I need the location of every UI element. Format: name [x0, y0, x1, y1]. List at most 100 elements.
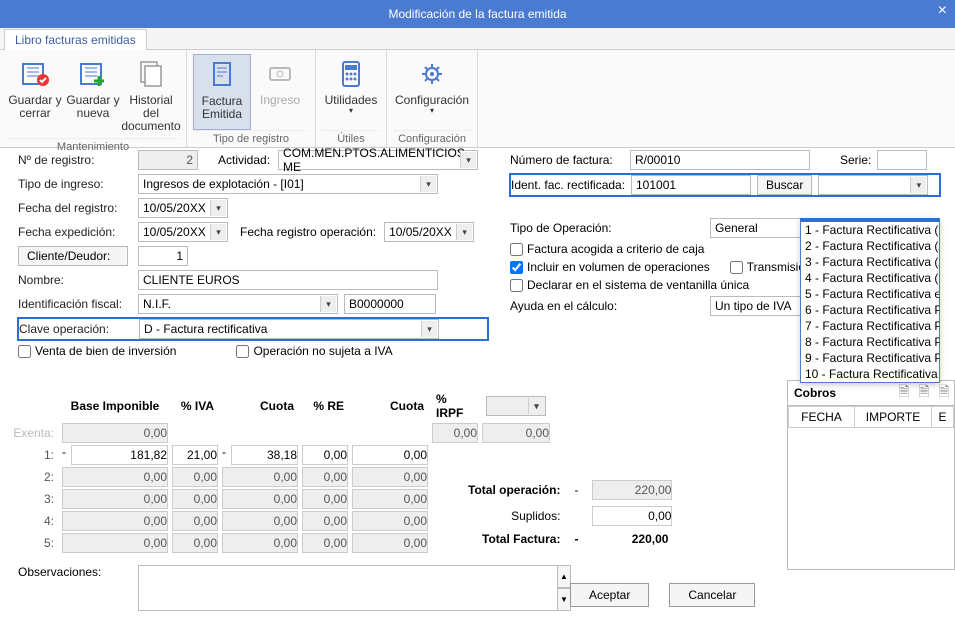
- actividad-label: Actividad:: [218, 153, 270, 167]
- spin-up-icon[interactable]: ▲: [557, 565, 571, 588]
- tab-libro-facturas[interactable]: Libro facturas emitidas: [4, 29, 147, 50]
- r1-iva[interactable]: [172, 445, 218, 465]
- num-factura-label: Número de factura:: [510, 153, 630, 167]
- dropdown-option[interactable]: 8 - Factura Rectificativa P: [801, 334, 939, 350]
- observaciones-label: Observaciones:: [18, 565, 138, 611]
- window-title: Modificación de la factura emitida: [388, 7, 566, 21]
- incluir-volumen-checkbox[interactable]: Incluir en volumen de operaciones: [510, 260, 710, 274]
- dropdown-option[interactable]: 10 - Factura Rectificativa: [801, 366, 939, 382]
- close-icon[interactable]: ×: [938, 2, 947, 20]
- col-re: % RE: [300, 390, 350, 422]
- col-e: E: [932, 407, 954, 428]
- utilidades-button[interactable]: Utilidades ▾: [322, 54, 380, 130]
- declarar-ventanilla-checkbox[interactable]: Declarar en el sistema de ventanilla úni…: [510, 278, 749, 292]
- ribbon-tabstrip: Libro facturas emitidas: [0, 28, 955, 50]
- dropdown-option[interactable]: 5 - Factura Rectificativa e: [801, 286, 939, 302]
- chevron-down-icon: ▾: [910, 177, 926, 193]
- n-registro-field: [138, 150, 198, 170]
- fecha-reg-op-field[interactable]: 10/05/20XX▾: [384, 222, 474, 242]
- titlebar: Modificación de la factura emitida ×: [0, 0, 955, 28]
- dropdown-option[interactable]: 1 - Factura Rectificativa (E: [801, 222, 939, 238]
- tipo-ingreso-select[interactable]: Ingresos de explotación - [I01]▾: [138, 174, 438, 194]
- dropdown-option[interactable]: 4 - Factura Rectificativa (F: [801, 270, 939, 286]
- tipo-op-label: Tipo de Operación:: [510, 221, 710, 235]
- ident-fiscal-tipo-select[interactable]: N.I.F.▾: [138, 294, 338, 314]
- dropdown-option[interactable]: 7 - Factura Rectificativa P: [801, 318, 939, 334]
- history-button[interactable]: Historial del documento: [122, 54, 180, 138]
- r1-cuota2[interactable]: [352, 445, 428, 465]
- exenta-irpf2: [482, 423, 550, 443]
- cliente-field[interactable]: [138, 246, 188, 266]
- nombre-field[interactable]: [138, 270, 438, 290]
- chevron-down-icon: ▾: [430, 107, 434, 116]
- observaciones-field[interactable]: [138, 565, 558, 611]
- ingreso-button[interactable]: Ingreso: [251, 54, 309, 130]
- ident-fiscal-label: Identificación fiscal:: [18, 297, 138, 311]
- group-utiles: Útiles: [322, 130, 380, 145]
- income-icon: [264, 58, 296, 90]
- op-no-iva-checkbox[interactable]: Operación no sujeta a IVA: [236, 344, 392, 358]
- tipo-ingreso-label: Tipo de ingreso:: [18, 177, 138, 191]
- fecha-reg-op-label: Fecha registro operación:: [240, 225, 376, 239]
- dropdown-option[interactable]: 2 - Factura Rectificativa (A: [801, 238, 939, 254]
- chevron-down-icon: ▾: [349, 107, 353, 116]
- col-cuota1: Cuota: [220, 390, 300, 422]
- col-base: Base Imponible: [60, 390, 170, 422]
- aceptar-button[interactable]: Aceptar: [570, 583, 649, 607]
- nombre-label: Nombre:: [18, 273, 138, 287]
- save-close-icon: [19, 58, 51, 90]
- dropdown-option[interactable]: 3 - Factura Rectificativa (A: [801, 254, 939, 270]
- dropdown-option[interactable]: 6 - Factura Rectificativa P: [801, 302, 939, 318]
- tipo-rect-dropdown[interactable]: 1 - Factura Rectificativa (E 2 - Factura…: [800, 218, 940, 383]
- chevron-down-icon: ▾: [210, 224, 226, 240]
- ident-fiscal-num-field[interactable]: [344, 294, 436, 314]
- fecha-registro-label: Fecha del registro:: [18, 201, 138, 215]
- add-doc-icon[interactable]: 🗎: [914, 381, 934, 405]
- serie-field[interactable]: [877, 150, 927, 170]
- cobros-title: Cobros: [788, 382, 894, 404]
- total-op-field: [592, 480, 672, 500]
- spin-down-icon[interactable]: ▼: [557, 588, 571, 611]
- r1-base[interactable]: [71, 445, 168, 465]
- dropdown-option[interactable]: 9 - Factura Rectificativa P: [801, 350, 939, 366]
- save-new-icon: [77, 58, 109, 90]
- col-fecha: FECHA: [789, 407, 855, 428]
- cancelar-button[interactable]: Cancelar: [669, 583, 755, 607]
- calculator-icon: [335, 58, 367, 90]
- clave-op-select[interactable]: D - Factura rectificativa▾: [139, 319, 439, 339]
- r1-cuota1[interactable]: [231, 445, 298, 465]
- n-registro-label: Nº de registro:: [18, 153, 138, 167]
- cliente-button[interactable]: Cliente/Deudor:: [18, 246, 128, 266]
- new-doc-icon[interactable]: 🗎: [894, 381, 914, 405]
- save-close-button[interactable]: Guardar y cerrar: [6, 54, 64, 138]
- buscar-button[interactable]: Buscar: [757, 175, 812, 195]
- save-new-button[interactable]: Guardar y nueva: [64, 54, 122, 138]
- chevron-down-icon: ▾: [420, 176, 436, 192]
- r1-re[interactable]: [302, 445, 348, 465]
- total-factura-value: 220,00: [586, 530, 678, 548]
- group-tipo-registro: Tipo de registro: [193, 130, 309, 145]
- venta-inversion-checkbox[interactable]: Venta de bien de inversión: [18, 344, 176, 358]
- chevron-down-icon: ▾: [320, 296, 336, 312]
- configuracion-button[interactable]: Configuración ▾: [393, 54, 471, 130]
- suplidos-field[interactable]: [592, 506, 672, 526]
- num-factura-field[interactable]: [630, 150, 810, 170]
- chevron-down-icon: ▾: [456, 224, 472, 240]
- fecha-exp-label: Fecha expedición:: [18, 225, 138, 239]
- fecha-exp-field[interactable]: 10/05/20XX▾: [138, 222, 228, 242]
- factura-emitida-button[interactable]: Factura Emitida: [193, 54, 251, 130]
- exenta-base: [62, 423, 168, 443]
- tipo-rect-select[interactable]: ▾: [818, 175, 928, 195]
- actividad-select[interactable]: COM.MEN.PTOS.ALIMENTICIOS ME▾: [278, 150, 478, 170]
- del-doc-icon[interactable]: 🗎: [934, 381, 954, 405]
- chevron-down-icon: ▾: [528, 398, 544, 414]
- chevron-down-icon: ▾: [210, 200, 226, 216]
- chevron-down-icon: ▾: [460, 152, 476, 168]
- totals: Total operación:- Suplidos: Total Factur…: [460, 476, 680, 550]
- irpf-select[interactable]: ▾: [486, 396, 546, 416]
- col-irpf: % IRPF: [430, 390, 480, 422]
- fecha-registro-field[interactable]: 10/05/20XX▾: [138, 198, 228, 218]
- cobros-panel: Cobros 🗎 🗎 🗎 FECHA IMPORTE E: [787, 380, 955, 570]
- factura-caja-checkbox[interactable]: Factura acogida a criterio de caja: [510, 242, 704, 256]
- ident-rect-field[interactable]: [631, 175, 751, 195]
